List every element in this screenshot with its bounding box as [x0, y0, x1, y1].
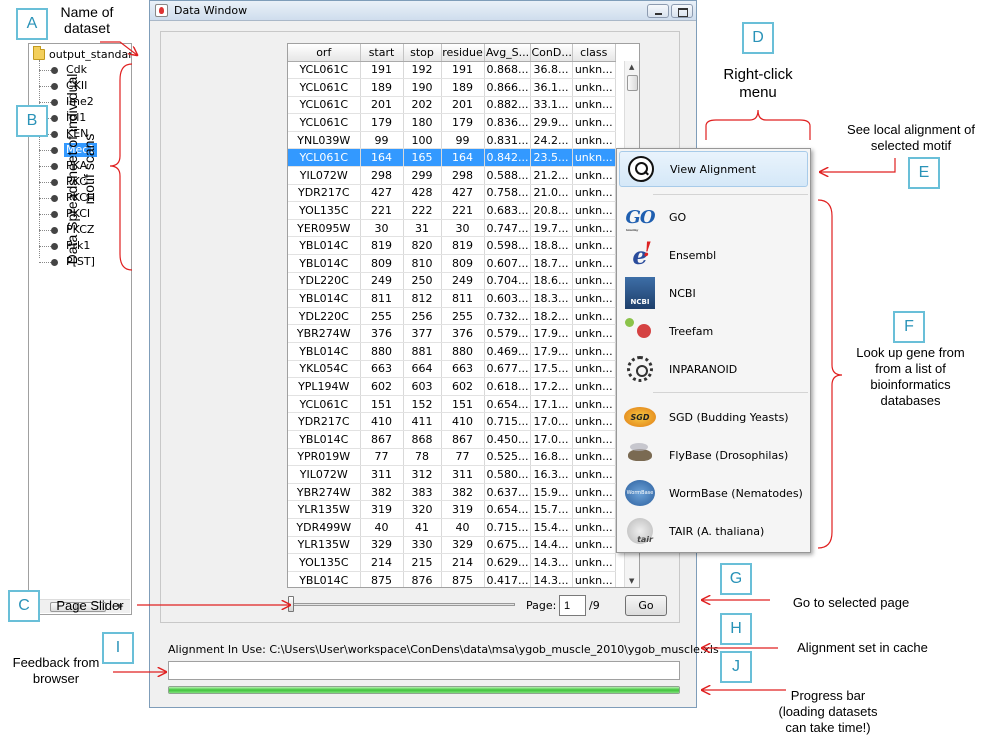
- annotation-tag-b: B: [16, 105, 48, 137]
- annotation-tag-i: I: [102, 632, 134, 664]
- brace-d: [705, 109, 811, 140]
- brace-f: [817, 199, 843, 549]
- arrow-e: [820, 158, 896, 172]
- annotation-h-text: Alignment set in cache: [797, 640, 928, 655]
- annotation-d-text: Right-click menu: [723, 66, 793, 101]
- annotation-b-text: Data Spreadsheet of individual motif sca…: [64, 73, 97, 265]
- annotation-tag-d: D: [742, 22, 774, 54]
- annotation-arrows: [100, 41, 896, 741]
- annotation-a-text: Name of dataset: [60, 4, 114, 36]
- arrow-a: [100, 41, 137, 55]
- annotation-tag-j: J: [720, 651, 752, 683]
- annotation-e-text: See local alignment of selected motif: [847, 122, 975, 153]
- annotation-g-text: Go to selected page: [792, 595, 910, 610]
- annotation-tag-g: G: [720, 563, 752, 595]
- brace-b: [109, 63, 133, 271]
- annotation-f-text: Look up gene from from a list of bioinfo…: [856, 345, 965, 408]
- annotation-tag-h: H: [720, 613, 752, 645]
- annotation-i-text: Feedback from browser: [12, 655, 100, 686]
- annotation-j-text: Progress bar (loading datasets can take …: [778, 688, 878, 735]
- annotation-tag-a: A: [16, 8, 48, 40]
- annotation-tag-e: E: [908, 157, 940, 189]
- annotation-tag-c: C: [8, 590, 40, 622]
- annotation-tag-f: F: [893, 311, 925, 343]
- annotation-c-text: Page Slider: [56, 598, 124, 613]
